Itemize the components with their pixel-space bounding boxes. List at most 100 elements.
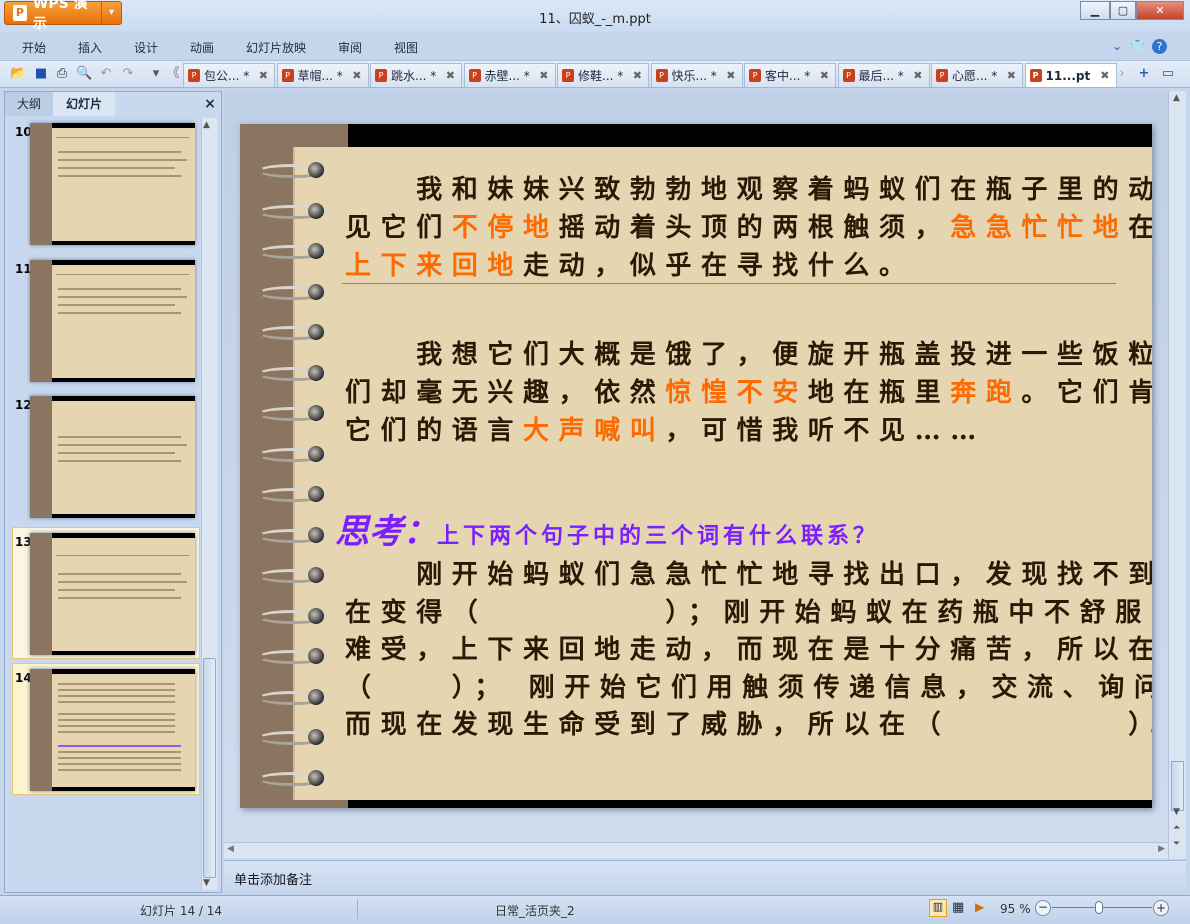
document-tab[interactable]: P 草帽... * ✖ — [276, 63, 369, 87]
menu-slideshow[interactable]: 幻灯片放映 — [246, 39, 306, 56]
document-tab[interactable]: P 最后... * ✖ — [837, 63, 930, 87]
close-tab-icon[interactable]: ✖ — [539, 69, 548, 82]
close-tab-icon[interactable]: ✖ — [1100, 69, 1109, 82]
scroll-left-icon[interactable]: ◀ — [227, 844, 234, 854]
text-line: 们却毫无兴趣，依然惊惶不安地在瓶里奔跑。它们肯定在用 — [345, 374, 1152, 412]
close-tab-icon[interactable]: ✖ — [1007, 69, 1016, 82]
menu-view[interactable]: 视图 — [394, 39, 418, 56]
maximize-button[interactable]: ▢ — [1110, 1, 1136, 20]
document-tab[interactable]: P 赤壁... * ✖ — [463, 63, 556, 87]
tab-outline[interactable]: 大纲 — [5, 92, 53, 116]
highlighted-word: 大声喊叫 — [523, 416, 666, 446]
slide-sorter-icon[interactable]: ▦ — [952, 900, 964, 915]
horizontal-scrollbar[interactable]: ◀ ▶ — [224, 842, 1168, 858]
ppt-file-icon: P — [375, 69, 387, 82]
document-tab[interactable]: P 快乐... * ✖ — [650, 63, 743, 87]
zoom-in-button[interactable]: + — [1153, 900, 1169, 916]
close-button[interactable]: ✕ — [1136, 1, 1184, 20]
toolbar: 📂 ■ ⎙ 🔍 ↶ ↷ ▾ 《 P 包公... * ✖ P 草帽... * ✖ P 跳水...… — [0, 60, 1190, 88]
scroll-down-icon[interactable]: ▼ — [203, 878, 210, 888]
minimize-button[interactable]: ▁ — [1080, 1, 1110, 20]
slides-panel: 大纲 幻灯片 × 10 11 12 13 14 ▲ ▼ — [4, 91, 222, 893]
text-segment: 地在瓶里 — [807, 378, 951, 408]
panel-scroll-thumb[interactable] — [203, 658, 216, 878]
slide-thumbnail[interactable] — [30, 259, 195, 382]
menu-animation[interactable]: 动画 — [190, 39, 214, 56]
tab-slides[interactable]: 幻灯片 — [53, 92, 115, 116]
menu-insert[interactable]: 插入 — [78, 39, 102, 56]
customize-icon[interactable]: ▾ — [148, 66, 164, 82]
text-line: （ ）； 刚开始它们用触须传递信息，交流、询问着， — [345, 669, 1152, 707]
scroll-tabs-left-icon[interactable]: 《 — [165, 66, 181, 82]
status-bar: 幻灯片 14 / 14 日常_活页夹_2 ▥ ▦ ▶ 95 % − + — [0, 895, 1190, 924]
scroll-up-icon[interactable]: ▲ — [203, 120, 210, 130]
new-tab-icon[interactable]: + — [1136, 66, 1152, 82]
document-tab[interactable]: P 包公... * ✖ — [183, 63, 275, 87]
zoom-out-button[interactable]: − — [1035, 900, 1051, 916]
document-tab[interactable]: P 跳水... * ✖ — [370, 63, 462, 87]
scroll-up-icon[interactable]: ▲ — [1173, 93, 1180, 103]
text-segment: 在变得（ ）；刚开始蚂蚁在药瓶中不舒服，很 — [345, 597, 1152, 628]
skin-icon[interactable]: 👕 — [1130, 39, 1145, 53]
notes-pane[interactable]: 单击添加备注 — [224, 860, 1186, 892]
slideshow-icon[interactable]: ▶ — [975, 900, 984, 914]
binding-hole-icon — [308, 405, 324, 421]
document-tab[interactable]: P 11...pt ✖ — [1024, 63, 1117, 87]
save-icon[interactable]: ■ — [33, 66, 49, 82]
close-tab-icon[interactable]: ✖ — [726, 69, 735, 82]
close-tab-icon[interactable]: ✖ — [633, 69, 642, 82]
scroll-down-icon[interactable]: ▼ — [1173, 807, 1180, 817]
close-tab-icon[interactable]: ✖ — [259, 69, 268, 82]
text-segment: 在瓶子里 — [1128, 213, 1152, 243]
slide-canvas[interactable]: 我和妹妹兴致勃勃地观察着蚂蚁们在瓶子里的动静，只见它们不停地摇动着头顶的两根触须… — [240, 124, 1152, 808]
vertical-scrollbar[interactable]: ▲ ▼ ⏶ ⏷ — [1168, 91, 1186, 859]
text-segment: 而现在发现生命受到了威胁，所以在（ ）。 — [345, 710, 1152, 740]
print-icon[interactable]: ⎙ — [54, 66, 70, 82]
menu-start[interactable]: 开始 — [22, 39, 46, 56]
scroll-tabs-right-icon[interactable]: › — [1114, 66, 1130, 82]
slide-thumbnail[interactable] — [30, 123, 195, 245]
close-tab-icon[interactable]: ✖ — [820, 69, 829, 82]
menu-design[interactable]: 设计 — [134, 39, 158, 56]
document-tab-label: 跳水... * — [391, 69, 437, 83]
undo-icon[interactable]: ↶ — [98, 66, 114, 82]
divider-line — [342, 283, 1116, 284]
text-segment: （ ）； 刚开始它们用触须传递信息，交流、询问着， — [345, 672, 1152, 703]
slide-thumbnail[interactable] — [30, 532, 195, 655]
close-tab-icon[interactable]: ✖ — [352, 69, 361, 82]
slide-thumbnail[interactable] — [30, 396, 195, 518]
normal-view-icon[interactable]: ▥ — [929, 899, 947, 917]
text-segment: 走动，似乎在寻找什么。 — [523, 251, 915, 281]
collapse-ribbon-icon[interactable]: ⌄ — [1112, 39, 1122, 53]
title-bar: P WPS 演示 ▾ 11、囚蚁_-_m.ppt ▁ ▢ ✕ — [0, 0, 1190, 32]
open-icon[interactable]: 📂 — [10, 66, 26, 82]
panel-scrollbar[interactable]: ▲ ▼ — [201, 118, 217, 890]
window-title: 11、囚蚁_-_m.ppt — [539, 12, 651, 27]
template-name: 日常_活页夹_2 — [495, 904, 575, 918]
text-line: 上下来回地走动，似乎在寻找什么。 — [345, 247, 915, 285]
text-segment: 见它们 — [345, 213, 452, 243]
scroll-thumb[interactable] — [1171, 761, 1184, 811]
highlighted-word: 急急忙忙地 — [950, 213, 1129, 243]
previous-slide-icon[interactable]: ⏶ — [1173, 823, 1180, 833]
document-tab-label: 修鞋... * — [578, 69, 624, 83]
close-panel-icon[interactable]: × — [201, 92, 219, 116]
document-tab[interactable]: P 修鞋... * ✖ — [557, 63, 649, 87]
zoom-slider-thumb[interactable] — [1095, 901, 1103, 914]
print-preview-icon[interactable]: 🔍 — [76, 66, 92, 82]
document-tab[interactable]: P 心愿... * ✖ — [931, 63, 1023, 87]
close-tab-icon[interactable]: ✖ — [446, 69, 455, 82]
document-tab[interactable]: P 客中... * ✖ — [744, 63, 836, 87]
window-list-icon[interactable]: ▭ — [1160, 66, 1176, 82]
menu-review[interactable]: 审阅 — [338, 39, 362, 56]
next-slide-icon[interactable]: ⏷ — [1173, 839, 1180, 849]
text-line: 我想它们大概是饿了，便旋开瓶盖投进一些饭粒，可它 — [345, 336, 1152, 374]
text-segment: ，可惜我听不见…… — [665, 416, 986, 446]
scroll-right-icon[interactable]: ▶ — [1158, 844, 1165, 854]
notes-placeholder[interactable]: 单击添加备注 — [234, 869, 312, 888]
help-icon[interactable]: ? — [1152, 39, 1167, 54]
redo-icon[interactable]: ↷ — [120, 66, 136, 82]
close-tab-icon[interactable]: ✖ — [913, 69, 922, 82]
binding-hole-icon — [308, 769, 324, 786]
slide-thumbnail[interactable] — [30, 669, 195, 791]
